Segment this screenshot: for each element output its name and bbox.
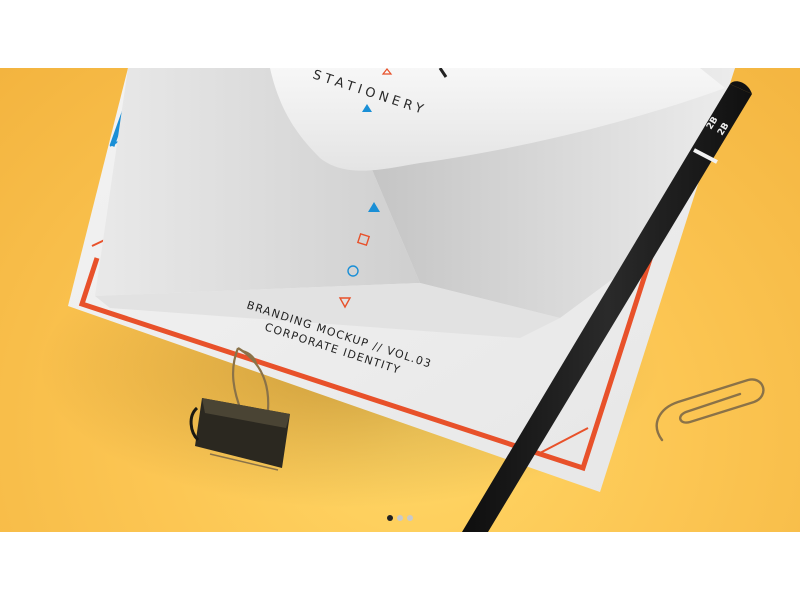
paper-clip-icon (655, 378, 765, 442)
slide-dot-2[interactable] (397, 515, 403, 521)
slider-pagination (387, 513, 413, 523)
slide-dot-1[interactable] (387, 515, 393, 521)
hero-slider[interactable]: STATIONERY BRANDING MOCKUP // VOL.03 COR… (0, 68, 800, 532)
page-footer-area (0, 532, 800, 600)
slide-dot-3[interactable] (407, 515, 413, 521)
mockup-scene: STATIONERY BRANDING MOCKUP // VOL.03 COR… (40, 68, 765, 532)
page: STATIONERY BRANDING MOCKUP // VOL.03 COR… (0, 0, 800, 600)
